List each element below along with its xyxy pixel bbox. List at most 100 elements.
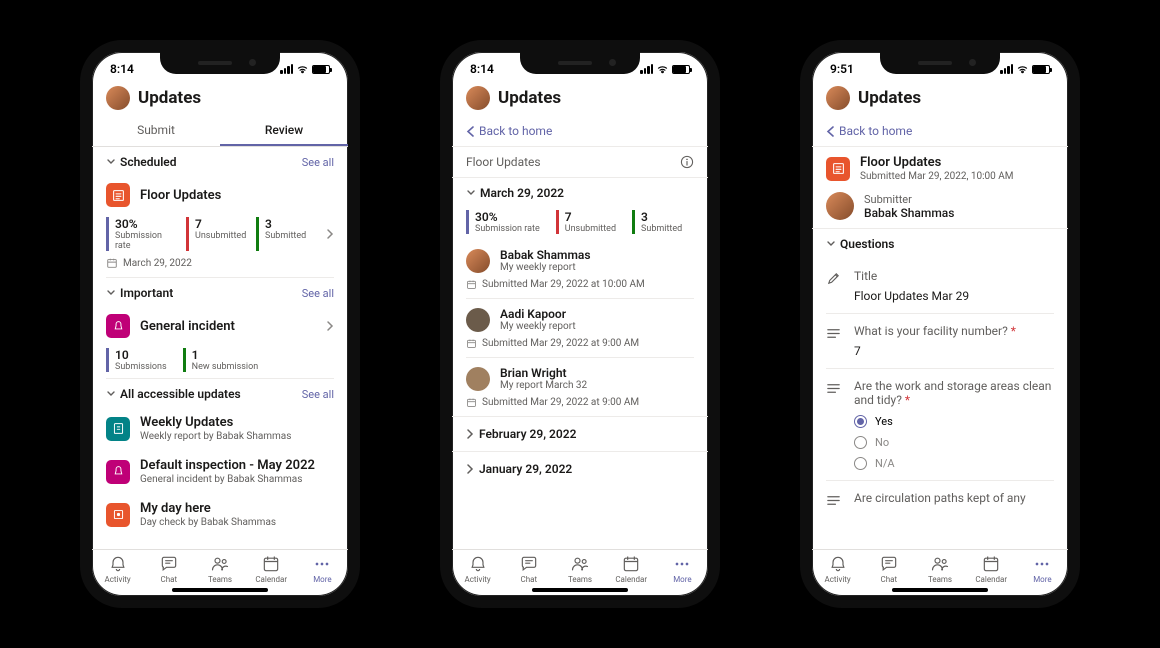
- questions-head[interactable]: Questions: [812, 229, 1068, 259]
- phone-floor-updates-detail: 8:14 Updates Back to home Floor Updates …: [440, 40, 720, 608]
- stat-submitted: 3Submitted: [632, 210, 686, 234]
- radio-no[interactable]: No: [854, 436, 1054, 449]
- nav-chat[interactable]: Chat: [143, 554, 194, 584]
- wifi-icon: [656, 64, 669, 74]
- detail-header-row: Floor Updates Submitted Mar 29, 2022, 10…: [826, 147, 1054, 190]
- weekly-updates-icon: [106, 417, 130, 441]
- nav-more[interactable]: More: [297, 554, 348, 584]
- avatar: [466, 308, 490, 332]
- subheader-floor-updates: Floor Updates: [452, 147, 708, 177]
- submitter-row: Submitter Babak Shammas: [826, 190, 1054, 228]
- submission-babak[interactable]: Babak ShammasMy weekly report Submitted …: [452, 240, 708, 298]
- text-icon: [826, 381, 842, 396]
- info-icon[interactable]: [680, 155, 694, 169]
- seeall-important[interactable]: See all: [302, 287, 334, 300]
- home-indicator: [532, 588, 628, 592]
- clock: 8:14: [110, 62, 134, 76]
- clock: 8:14: [470, 62, 494, 76]
- chevron-right-icon: [466, 464, 475, 474]
- back-to-home[interactable]: Back to home: [812, 116, 1068, 146]
- calendar-icon: [466, 279, 477, 290]
- card-floor-updates[interactable]: Floor Updates 30%Submission rate 7Unsubm…: [92, 175, 348, 277]
- wifi-icon: [1016, 64, 1029, 74]
- stat-submission-rate: 30%Submission rate: [466, 210, 540, 234]
- question-title: Title Floor Updates Mar 29: [812, 259, 1068, 313]
- submission-meta: Submitted Mar 29, 2022 at 9:00 AM: [466, 338, 694, 349]
- date-group-head[interactable]: March 29, 2022: [452, 178, 708, 206]
- nav-more[interactable]: More: [657, 554, 708, 584]
- chevron-right-icon: [466, 429, 475, 439]
- section-important-head: Important See all: [92, 278, 348, 306]
- question-clean: Are the work and storage areas clean and…: [812, 369, 1068, 480]
- back-to-home[interactable]: Back to home: [452, 116, 708, 146]
- tab-submit[interactable]: Submit: [92, 116, 220, 146]
- tab-review[interactable]: Review: [220, 116, 348, 146]
- user-avatar[interactable]: [106, 86, 130, 110]
- stat-new-submission: 1New submission: [183, 348, 259, 372]
- card-general-incident[interactable]: General incident 10Submissions 1New subm…: [92, 306, 348, 378]
- question-circulation: Are circulation paths kept of any: [812, 481, 1068, 508]
- nav-calendar[interactable]: Calendar: [606, 554, 657, 584]
- list-item-weekly-updates[interactable]: Weekly Updates Weekly report by Babak Sh…: [106, 407, 334, 450]
- battery-icon: [672, 65, 690, 74]
- my-day-icon: [106, 503, 130, 527]
- notch: [880, 52, 1000, 74]
- chevron-left-icon: [466, 126, 475, 137]
- nav-activity[interactable]: Activity: [812, 554, 863, 584]
- submission-brian[interactable]: Brian WrightMy report March 32 Submitted…: [452, 358, 708, 416]
- radio-yes[interactable]: Yes: [854, 415, 1054, 428]
- user-avatar[interactable]: [826, 86, 850, 110]
- clock: 9:51: [830, 62, 854, 76]
- month-february[interactable]: February 29, 2022: [452, 417, 708, 451]
- question-facility: What is your facility number? * 7: [812, 314, 1068, 368]
- list-item-my-day[interactable]: My day here Day check by Babak Shammas: [106, 493, 334, 536]
- nav-activity[interactable]: Activity: [92, 554, 143, 584]
- text-icon: [826, 493, 842, 508]
- phone-review-list: 8:14 Updates Submit Review Scheduled See…: [80, 40, 360, 608]
- nav-more[interactable]: More: [1017, 554, 1068, 584]
- nav-chat[interactable]: Chat: [503, 554, 554, 584]
- chevron-right-icon: [326, 228, 334, 240]
- nav-teams[interactable]: Teams: [554, 554, 605, 584]
- section-scheduled-title: Scheduled: [120, 155, 177, 169]
- signal-icon: [280, 64, 293, 74]
- calendar-icon: [106, 257, 118, 269]
- stat-submitted: 3Submitted: [256, 217, 310, 251]
- signal-icon: [640, 64, 653, 74]
- battery-icon: [1032, 65, 1050, 74]
- floor-updates-icon: [826, 157, 850, 181]
- calendar-icon: [466, 397, 477, 408]
- seeall-scheduled[interactable]: See all: [302, 156, 334, 169]
- tab-bar: Submit Review: [92, 116, 348, 147]
- chevron-down-icon: [466, 188, 476, 198]
- month-january[interactable]: January 29, 2022: [452, 452, 708, 486]
- submission-aadi[interactable]: Aadi KapoorMy weekly report Submitted Ma…: [452, 299, 708, 357]
- app-title: Updates: [498, 88, 561, 108]
- nav-calendar[interactable]: Calendar: [966, 554, 1017, 584]
- nav-calendar[interactable]: Calendar: [246, 554, 297, 584]
- list-item-default-inspection[interactable]: Default inspection - May 2022 General in…: [106, 450, 334, 493]
- nav-teams[interactable]: Teams: [194, 554, 245, 584]
- battery-icon: [312, 65, 330, 74]
- radio-na[interactable]: N/A: [854, 457, 1054, 470]
- nav-chat[interactable]: Chat: [863, 554, 914, 584]
- user-avatar[interactable]: [466, 86, 490, 110]
- chevron-down-icon: [106, 288, 116, 298]
- submission-meta: Submitted Mar 29, 2022 at 10:00 AM: [466, 279, 694, 290]
- incident-title: General incident: [140, 319, 316, 334]
- wifi-icon: [296, 64, 309, 74]
- nav-teams[interactable]: Teams: [914, 554, 965, 584]
- avatar: [466, 249, 490, 273]
- chevron-down-icon: [106, 157, 116, 167]
- incident-icon: [106, 314, 130, 338]
- floor-updates-icon: [106, 183, 130, 207]
- home-indicator: [892, 588, 988, 592]
- pencil-icon: [826, 271, 842, 286]
- seeall-accessible[interactable]: See all: [302, 388, 334, 401]
- app-header: Updates: [92, 80, 348, 116]
- notch: [520, 52, 640, 74]
- chevron-down-icon: [826, 239, 836, 249]
- stat-unsubmitted: 7Unsubmitted: [186, 217, 240, 251]
- nav-activity[interactable]: Activity: [452, 554, 503, 584]
- calendar-icon: [466, 338, 477, 349]
